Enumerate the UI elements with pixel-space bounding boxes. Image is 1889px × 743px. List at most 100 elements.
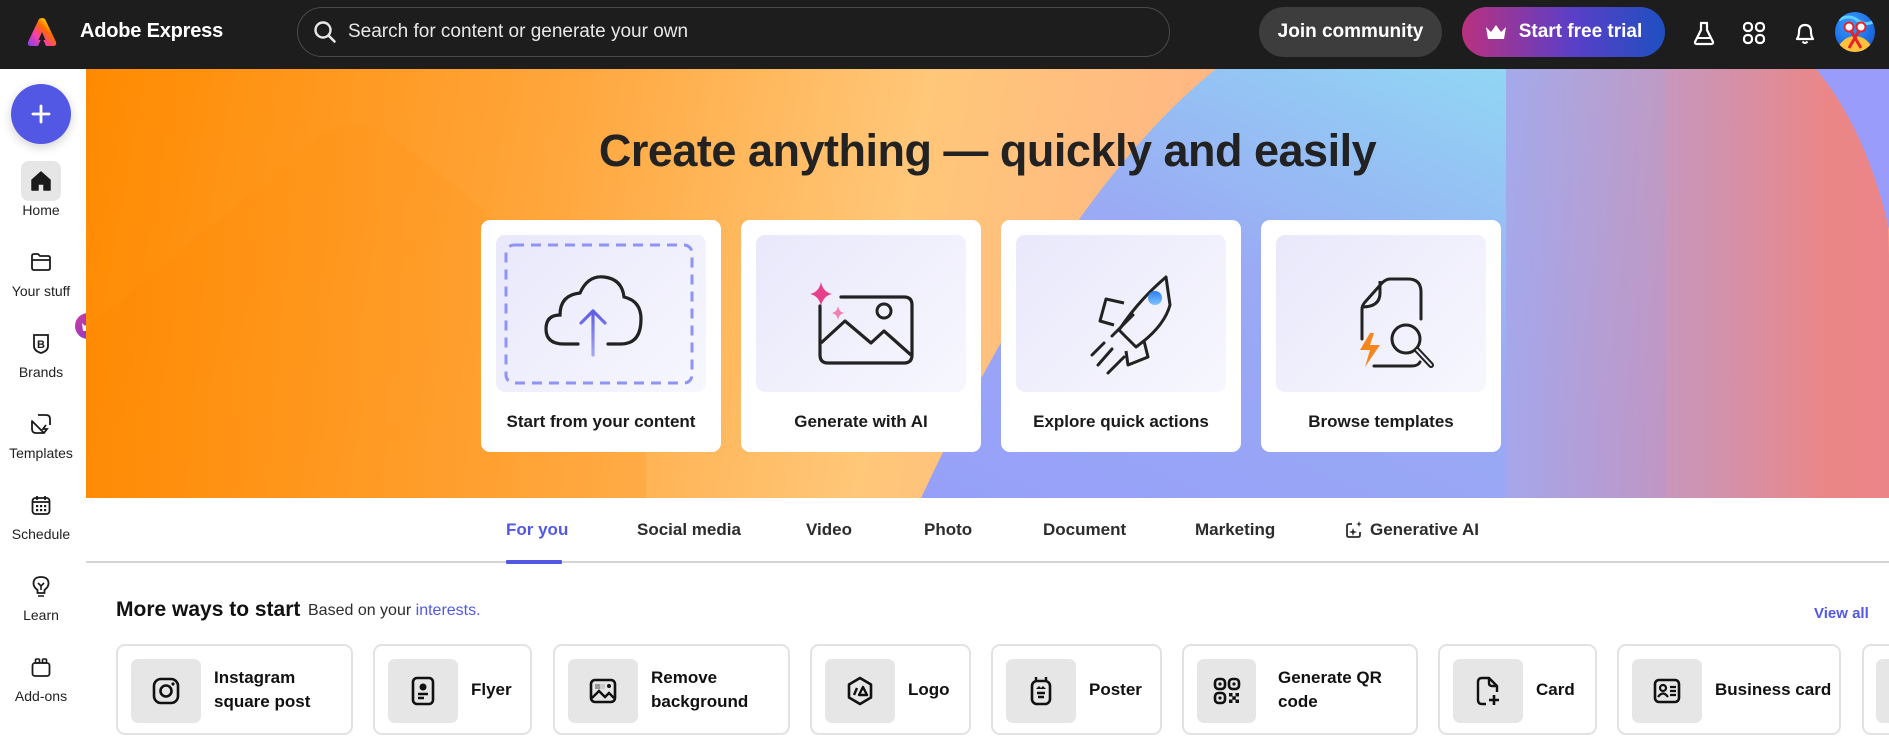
card-thumbnail	[756, 235, 966, 392]
hero-banner: Create anything — quickly and easily Sta…	[86, 69, 1889, 498]
card-label: Browse templates	[1308, 412, 1454, 431]
adobe-express-home: Adobe Express Join community Start free …	[0, 0, 1889, 743]
active-tab-indicator	[506, 560, 562, 564]
labs-flask-icon[interactable]	[1691, 20, 1717, 46]
card-label: Start from your content	[506, 412, 696, 431]
quick-item-label: Generate QR code	[1278, 667, 1382, 711]
sidebar-item-label: Home	[22, 202, 60, 218]
tab-for-you[interactable]: For you	[506, 520, 568, 540]
sidebar-item-label: Add-ons	[14, 688, 68, 704]
flyer-icon	[411, 676, 435, 706]
quick-item-label: Logo	[908, 679, 950, 699]
quick-item-label: Flyer	[471, 679, 512, 699]
rocket-icon	[1090, 275, 1172, 375]
apps-grid-icon[interactable]	[1741, 20, 1767, 46]
logo-icon	[847, 676, 873, 706]
tab-photo[interactable]: Photo	[924, 520, 972, 540]
generate-with-ai-card[interactable]: Generate with AI	[741, 220, 981, 452]
category-tabs: For you Social media Video Photo Documen…	[86, 498, 1889, 563]
quick-item-partial[interactable]	[1862, 644, 1889, 735]
quick-item-generate-qr-code[interactable]: Generate QR code	[1182, 644, 1418, 735]
view-all-link[interactable]: View all	[1814, 605, 1869, 622]
avatar-image-icon	[1835, 15, 1875, 52]
templates-icon	[31, 414, 51, 434]
sidebar-item-brands[interactable]: B Brands	[0, 313, 101, 395]
tab-label: Social media	[637, 520, 741, 539]
card-icon	[1476, 676, 1499, 706]
interests-link[interactable]: interests.	[416, 602, 481, 619]
quick-item-label: Instagram square post	[214, 667, 311, 711]
card-label: Generate with AI	[794, 412, 928, 431]
section-title: More ways to start	[116, 598, 301, 621]
sidebar-item-schedule[interactable]: Schedule	[0, 485, 82, 557]
left-sidebar: Home Your stuff B Brands Templates Sched…	[0, 69, 101, 743]
subtitle-prefix: Based on your	[308, 602, 412, 619]
cloud-upload-icon	[504, 243, 694, 385]
top-header: Adobe Express Join community Start free …	[0, 0, 1889, 69]
quick-item-logo[interactable]: Logo	[810, 644, 971, 735]
business-card-icon	[1653, 678, 1681, 704]
quick-item-label: Card	[1536, 679, 1575, 699]
quick-item-instagram-post[interactable]: Instagram square post	[116, 644, 353, 735]
quick-item-label: Remove background	[651, 667, 749, 711]
home-icon	[31, 171, 51, 191]
quick-item-poster[interactable]: Poster	[991, 644, 1162, 735]
sidebar-item-add-ons[interactable]: Add-ons	[0, 647, 82, 719]
poster-icon	[1030, 677, 1052, 706]
tab-label: Generative AI	[1370, 520, 1479, 539]
hero-title: Create anything — quickly and easily	[598, 125, 1377, 176]
sidebar-item-home[interactable]: Home	[0, 161, 82, 233]
calendar-icon	[31, 496, 51, 515]
notifications-bell-icon[interactable]	[1792, 20, 1818, 46]
tab-label: Photo	[924, 520, 973, 539]
search-icon	[314, 21, 336, 43]
tab-label: Video	[806, 520, 852, 539]
sidebar-item-label: Templates	[9, 445, 73, 461]
create-new-button[interactable]	[11, 84, 71, 144]
tab-video[interactable]: Video	[806, 520, 852, 540]
tab-generative-ai[interactable]: Generative AI	[1344, 520, 1479, 540]
quick-item-flyer[interactable]: Flyer	[373, 644, 532, 735]
card-thumbnail	[496, 235, 706, 392]
sidebar-item-templates[interactable]: Templates	[0, 404, 82, 476]
sidebar-item-label: Schedule	[11, 526, 71, 542]
instagram-icon	[152, 677, 180, 705]
sidebar-item-label: Learn	[23, 607, 59, 623]
start-free-trial-label: Start free trial	[1518, 21, 1643, 42]
generative-ai-icon	[1346, 521, 1362, 538]
svg-text:B: B	[37, 339, 45, 351]
quick-item-partial-thumb	[1876, 659, 1889, 723]
remove-background-icon	[589, 678, 617, 704]
ai-image-icon	[810, 282, 914, 365]
section-subtitle: Based on your interests.	[308, 602, 481, 620]
join-community-button[interactable]: Join community	[1259, 7, 1442, 57]
quick-item-label: Business card	[1715, 679, 1832, 699]
sidebar-item-learn[interactable]: Learn	[0, 566, 82, 638]
browse-templates-card[interactable]: Browse templates	[1261, 220, 1501, 452]
tab-social-media[interactable]: Social media	[637, 520, 741, 540]
app-name[interactable]: Adobe Express	[80, 20, 223, 43]
quick-item-remove-background[interactable]: Remove background	[553, 644, 790, 735]
quick-item-label: Poster	[1089, 679, 1142, 699]
addons-icon	[31, 658, 51, 677]
search-bar[interactable]	[297, 7, 1170, 57]
sidebar-item-label: Brands	[18, 364, 64, 380]
card-thumbnail	[1016, 235, 1226, 392]
tab-marketing[interactable]: Marketing	[1195, 520, 1275, 540]
quick-item-business-card[interactable]: Business card	[1617, 644, 1841, 735]
explore-quick-actions-card[interactable]: Explore quick actions	[1001, 220, 1241, 452]
tab-label: Marketing	[1195, 520, 1276, 539]
sidebar-item-your-stuff[interactable]: Your stuff	[0, 242, 82, 314]
adobe-express-logo-icon[interactable]	[26, 16, 58, 48]
search-input[interactable]	[348, 8, 1148, 55]
card-label: Explore quick actions	[1033, 412, 1209, 431]
user-avatar[interactable]	[1835, 12, 1875, 52]
lightbulb-icon	[32, 576, 50, 597]
brand-icon: B	[33, 334, 49, 354]
plus-icon	[31, 104, 51, 124]
tab-label: Document	[1043, 520, 1127, 539]
quick-item-card[interactable]: Card	[1438, 644, 1597, 735]
start-free-trial-button[interactable]: Start free trial	[1462, 7, 1665, 57]
start-from-content-card[interactable]: Start from your content	[481, 220, 721, 452]
tab-document[interactable]: Document	[1043, 520, 1126, 540]
